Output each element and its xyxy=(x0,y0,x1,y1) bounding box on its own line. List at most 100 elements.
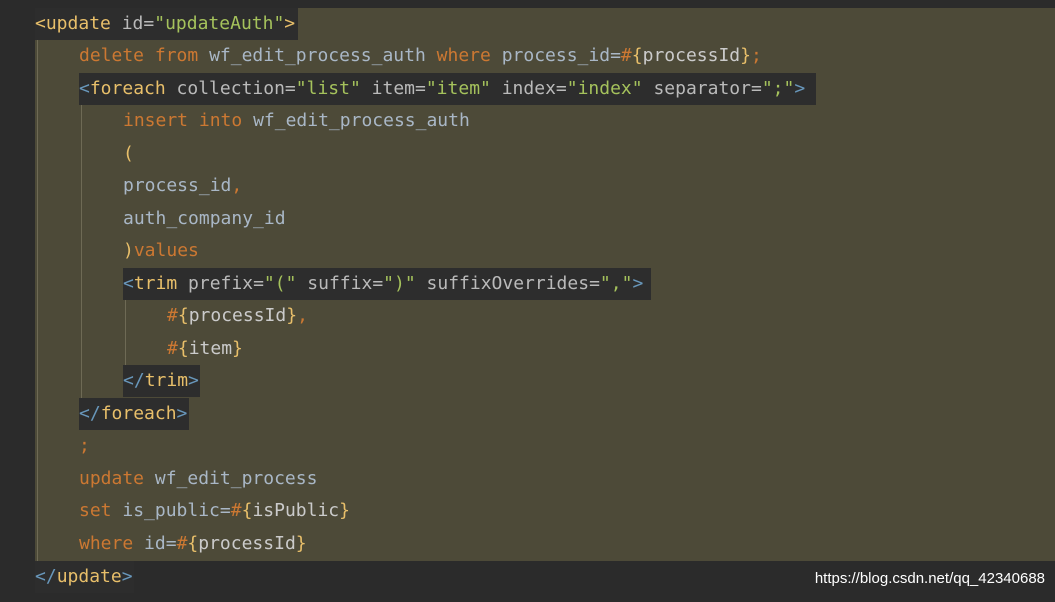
sql-keyword: where xyxy=(79,533,134,554)
param-brace: } xyxy=(232,338,243,359)
equals: = xyxy=(555,78,567,99)
param-brace: { xyxy=(187,533,199,554)
equals: = xyxy=(372,273,384,294)
equals: = xyxy=(253,273,264,294)
semicolon: ; xyxy=(79,435,90,456)
attr-name: prefix xyxy=(188,273,254,294)
sql-keyword: update xyxy=(79,468,145,489)
param-brace: } xyxy=(740,45,751,66)
code-line-17[interactable]: where id=#{processId} xyxy=(79,528,307,560)
sql-identifier: is_public xyxy=(122,500,220,521)
sql-identifier: id xyxy=(144,533,166,554)
attr-name: collection xyxy=(176,78,285,99)
tag-bracket: > xyxy=(794,78,806,99)
tag-bracket: > xyxy=(176,403,188,424)
attr-name: suffixOverrides xyxy=(426,273,590,294)
tag-bracket: < xyxy=(35,13,46,34)
tag-name: update xyxy=(56,566,122,587)
watermark: https://blog.csdn.net/qq_42340688 xyxy=(814,570,1045,587)
param-brace: { xyxy=(241,500,253,521)
code-line-9[interactable]: <trim prefix="(" suffix=")" suffixOverri… xyxy=(123,268,643,300)
code-screenshot: { "code": { "line1": { "open": "<", "tag… xyxy=(0,0,1055,602)
equals: = xyxy=(415,78,426,99)
attr-value: "(" xyxy=(263,273,297,294)
sql-identifier: process_id xyxy=(501,45,611,66)
tag-bracket: < xyxy=(79,78,90,99)
tag-name: foreach xyxy=(100,403,177,424)
indent-guide xyxy=(81,105,82,398)
code-line-3[interactable]: <foreach collection="list" item="item" i… xyxy=(79,73,805,105)
sql-identifier: wf_edit_process_auth xyxy=(253,110,470,131)
param-hash: # xyxy=(167,338,178,359)
attr-name: index xyxy=(501,78,556,99)
param-brace: { xyxy=(177,338,189,359)
equals: = xyxy=(165,533,177,554)
param-brace: { xyxy=(177,305,189,326)
paren: ( xyxy=(123,143,134,164)
sql-keyword: where xyxy=(436,45,491,66)
attr-name: id xyxy=(121,13,144,34)
sql-keyword: into xyxy=(198,110,243,131)
sql-keyword: set xyxy=(79,500,112,521)
equals: = xyxy=(610,45,621,66)
code-line-4[interactable]: insert into wf_edit_process_auth xyxy=(123,105,470,137)
sql-keyword: delete xyxy=(79,45,145,66)
comma: , xyxy=(231,175,243,196)
top-strip xyxy=(0,0,1055,8)
code-line-18[interactable]: </update> xyxy=(35,561,133,593)
attr-name: separator xyxy=(653,78,751,99)
code-line-12[interactable]: </trim> xyxy=(123,365,199,397)
tag-name: foreach xyxy=(89,78,166,99)
equals: = xyxy=(589,273,600,294)
comma: , xyxy=(297,305,308,326)
tag-bracket: </ xyxy=(123,370,145,391)
equals: = xyxy=(284,78,296,99)
code-line-6[interactable]: process_id, xyxy=(123,170,242,202)
sql-keyword: values xyxy=(133,240,199,261)
param-brace: } xyxy=(286,305,298,326)
code-line-1[interactable]: <update id="updateAuth"> xyxy=(35,8,295,40)
attr-name: item xyxy=(371,78,415,99)
sql-identifier: process_id xyxy=(123,175,232,196)
code-line-16[interactable]: set is_public=#{isPublic} xyxy=(79,495,350,527)
code-line-11[interactable]: #{item} xyxy=(167,333,243,365)
attr-value: "item" xyxy=(425,78,491,99)
code-line-15[interactable]: update wf_edit_process xyxy=(79,463,317,495)
tag-bracket: </ xyxy=(35,566,57,587)
paren: ) xyxy=(123,240,134,261)
equals: = xyxy=(143,13,155,34)
tag-bracket: </ xyxy=(79,403,101,424)
code-line-13[interactable]: </foreach> xyxy=(79,398,187,430)
param-name: processId xyxy=(198,533,296,554)
param-brace: { xyxy=(631,45,643,66)
sql-keyword: insert xyxy=(123,110,189,131)
sql-keyword: from xyxy=(154,45,199,66)
code-line-10[interactable]: #{processId}, xyxy=(167,300,308,332)
param-brace: } xyxy=(339,500,350,521)
tag-bracket: > xyxy=(284,13,296,34)
code-line-14[interactable]: ; xyxy=(79,430,90,462)
param-hash: # xyxy=(230,500,242,521)
tag-name: update xyxy=(45,13,111,34)
param-hash: # xyxy=(620,45,632,66)
sql-identifier: wf_edit_process xyxy=(154,468,318,489)
param-name: processId xyxy=(642,45,741,66)
code-line-8[interactable]: )values xyxy=(123,235,199,267)
attr-value: "," xyxy=(599,273,633,294)
code-line-7[interactable]: auth_company_id xyxy=(123,203,286,235)
param-name: isPublic xyxy=(252,500,340,521)
param-hash: # xyxy=(176,533,188,554)
attr-value: "list" xyxy=(295,78,361,99)
tag-name: trim xyxy=(133,273,178,294)
attr-value: ";" xyxy=(761,78,795,99)
param-name: processId xyxy=(188,305,287,326)
sql-identifier: wf_edit_process_auth xyxy=(209,45,426,66)
code-line-5[interactable]: ( xyxy=(123,138,134,170)
equals: = xyxy=(751,78,762,99)
param-hash: # xyxy=(167,305,178,326)
param-brace: } xyxy=(295,533,307,554)
code-line-2[interactable]: delete from wf_edit_process_auth where p… xyxy=(79,40,762,72)
param-name: item xyxy=(188,338,233,359)
semicolon: ; xyxy=(751,45,762,66)
tag-name: trim xyxy=(144,370,189,391)
